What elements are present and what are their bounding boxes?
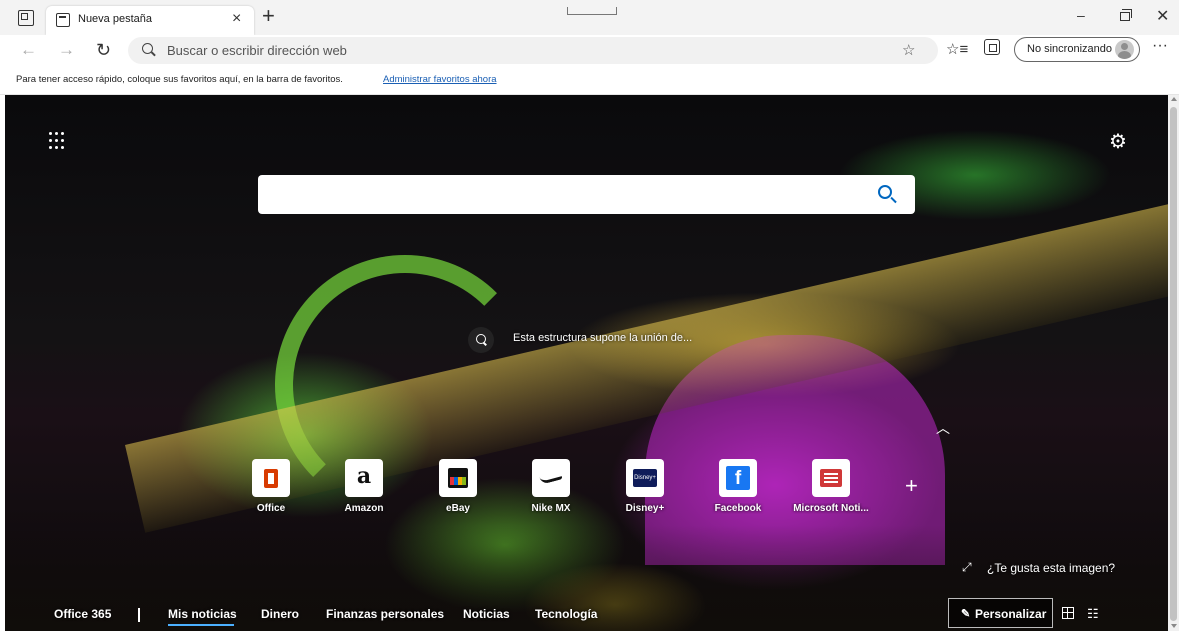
quick-links: Office a Amazon eBay Nike MX Disney+ Dis… (231, 459, 931, 519)
quick-link-label: Facebook (714, 503, 762, 514)
image-search-icon[interactable] (468, 327, 494, 353)
quick-link-label: Disney+ (625, 503, 665, 514)
quick-link-label: Office (256, 503, 286, 514)
scroll-up-icon[interactable] (1171, 97, 1177, 101)
quick-link-office[interactable]: Office (231, 459, 311, 519)
new-tab-page: ⚙ Esta estructura supone la unión de... … (5, 95, 1168, 631)
grid-layout-icon[interactable] (1062, 607, 1074, 619)
quick-link-facebook[interactable]: f Facebook (698, 459, 778, 519)
profile-status-label: No sincronizando (1027, 43, 1112, 55)
close-window-button[interactable]: ✕ (1156, 6, 1169, 26)
quick-link-label: Nike MX (531, 503, 571, 514)
news-separator (138, 608, 140, 622)
quick-link-disney[interactable]: Disney+ Disney+ (605, 459, 685, 519)
navigation-toolbar: ← → ↻ Buscar o escribir dirección web ☆ … (0, 35, 1179, 67)
favorites-icon[interactable]: ☆≡ (946, 40, 968, 58)
page-scrollbar[interactable] (1168, 95, 1179, 631)
msn-icon (812, 459, 850, 497)
image-caption[interactable]: Esta estructura supone la unión de... (513, 332, 692, 344)
quick-link-label: Amazon (344, 503, 384, 514)
favorites-bar: Para tener acceso rápido, coloque sus fa… (0, 67, 1179, 95)
tab-title: Nueva pestaña (78, 13, 152, 25)
back-button[interactable]: ← (20, 38, 37, 62)
pencil-icon: ✎ (961, 608, 971, 620)
new-tab-favicon-icon (56, 13, 70, 27)
add-quick-link-button[interactable]: + (905, 475, 918, 497)
address-bar[interactable]: Buscar o escribir dirección web ☆ (128, 37, 938, 64)
avatar (1115, 40, 1134, 59)
window-drag-handle[interactable] (567, 7, 617, 15)
tab-nueva-pestana[interactable]: Nueva pestaña × (46, 6, 254, 35)
quick-link-amazon[interactable]: a Amazon (324, 459, 404, 519)
more-menu-button[interactable]: ··· (1152, 37, 1168, 55)
address-placeholder: Buscar o escribir dirección web (167, 43, 347, 58)
quick-link-label: Microsoft Noti... (793, 503, 869, 514)
add-favorite-icon[interactable]: ☆ (902, 41, 915, 59)
tab-actions-icon[interactable] (18, 10, 34, 26)
amazon-icon: a (345, 459, 383, 497)
page-settings-icon[interactable]: ⚙ (1109, 129, 1127, 154)
tab-finanzas-personales[interactable]: Finanzas personales (326, 607, 444, 621)
tab-close-icon[interactable]: × (232, 10, 241, 28)
disney-icon: Disney+ (626, 459, 664, 497)
nike-icon (532, 459, 570, 497)
forward-button[interactable]: → (58, 38, 75, 62)
manage-favorites-link[interactable]: Administrar favoritos ahora (383, 74, 497, 85)
quick-link-label: eBay (446, 503, 470, 514)
active-tab-indicator (168, 624, 234, 626)
tab-office365[interactable]: Office 365 (54, 607, 111, 621)
web-search-input[interactable] (258, 175, 915, 214)
list-layout-icon[interactable]: ☷ (1087, 606, 1099, 622)
facebook-icon: f (719, 459, 757, 497)
scroll-down-icon[interactable] (1171, 624, 1177, 628)
favorites-bar-hint: Para tener acceso rápido, coloque sus fa… (16, 74, 343, 85)
search-icon[interactable] (878, 185, 892, 199)
quick-link-msn[interactable]: Microsoft Noti... (791, 459, 871, 519)
new-tab-button[interactable]: + (262, 5, 275, 27)
tab-tecnologia[interactable]: Tecnología (535, 607, 597, 621)
collections-icon[interactable] (984, 39, 1000, 55)
tab-mis-noticias[interactable]: Mis noticias (168, 607, 237, 621)
restore-button[interactable] (1120, 9, 1132, 21)
ebay-icon (439, 459, 477, 497)
personalize-label: Personalizar (975, 607, 1047, 621)
expand-image-icon[interactable]: ⤢ (962, 560, 972, 575)
office-icon (252, 459, 290, 497)
app-launcher-icon[interactable] (49, 132, 67, 150)
like-image-link[interactable]: ¿Te gusta esta imagen? (987, 561, 1115, 575)
quick-link-ebay[interactable]: eBay (418, 459, 498, 519)
search-icon (142, 43, 153, 54)
tab-dinero[interactable]: Dinero (261, 607, 299, 621)
news-tabs-bar: Office 365 Mis noticias Dinero Finanzas … (5, 595, 1168, 631)
refresh-button[interactable]: ↻ (96, 38, 111, 62)
collapse-chevron-icon[interactable]: ︿ (936, 418, 950, 438)
scrollbar-thumb[interactable] (1170, 107, 1177, 621)
quick-link-nike[interactable]: Nike MX (511, 459, 591, 519)
tab-noticias[interactable]: Noticias (463, 607, 510, 621)
personalize-button[interactable]: ✎ Personalizar (948, 598, 1053, 628)
tab-strip: Nueva pestaña × + – ✕ (0, 0, 1179, 35)
minimize-button[interactable]: – (1077, 7, 1085, 23)
profile-button[interactable]: No sincronizando (1014, 37, 1140, 62)
